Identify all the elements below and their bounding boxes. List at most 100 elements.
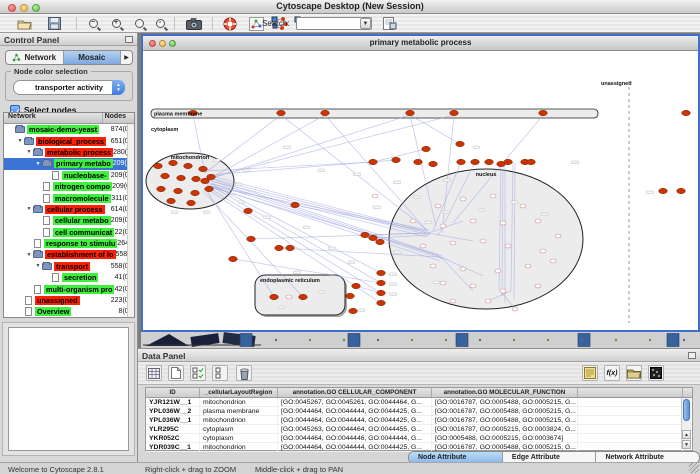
network-node[interactable]	[422, 146, 431, 151]
network-node[interactable]	[349, 308, 358, 313]
network-node[interactable]	[169, 160, 178, 165]
network-node[interactable]	[369, 235, 378, 240]
network-node[interactable]	[377, 290, 386, 295]
table-column-header[interactable]: annotation.GO CELLULAR_COMPONENT	[278, 388, 432, 397]
network-node-unselected[interactable]	[500, 221, 506, 225]
network-node[interactable]	[205, 186, 214, 191]
new-attribute-icon[interactable]	[168, 365, 184, 381]
import-attributes-icon[interactable]	[626, 365, 642, 381]
network-node[interactable]	[161, 173, 170, 178]
tree-row[interactable]: secretion41(0)	[4, 272, 134, 283]
zoom-fit-icon[interactable]: ▫	[152, 16, 168, 31]
network-node-unselected[interactable]	[435, 204, 441, 208]
tree-row[interactable]: ▼transport558(0)	[4, 261, 134, 272]
table-column-header[interactable]	[578, 388, 683, 397]
network-node-unselected[interactable]	[450, 299, 456, 303]
tab-overflow-button[interactable]: ▶	[121, 51, 132, 64]
network-node-unselected[interactable]	[460, 267, 466, 271]
network-node-unselected[interactable]	[440, 281, 446, 285]
tree-row[interactable]: nucleobase-209(0)	[4, 170, 134, 181]
network-node[interactable]	[527, 159, 536, 164]
resize-grip[interactable]	[689, 463, 699, 473]
network-node[interactable]	[504, 159, 513, 164]
tree-expand-icon[interactable]: ▼	[34, 263, 42, 269]
network-node[interactable]	[277, 110, 286, 115]
network-node-unselected[interactable]	[495, 269, 501, 273]
tree-expand-icon[interactable]: ▼	[16, 138, 24, 144]
tree-row[interactable]: ▼primary metabo209(...	[4, 158, 134, 169]
network-node-unselected[interactable]	[535, 219, 541, 223]
network-node[interactable]	[677, 188, 686, 193]
save-icon[interactable]	[46, 16, 62, 31]
network-node[interactable]	[377, 270, 386, 275]
network-node[interactable]	[377, 280, 386, 285]
scroll-down-icon[interactable]: ▼	[682, 440, 691, 449]
birdseye-canvas[interactable]	[8, 327, 129, 451]
dropdown-stepper-icon[interactable]: ▲▼	[112, 80, 125, 95]
snapshot-icon[interactable]	[186, 16, 202, 31]
table-row[interactable]: YPL036W__1mitochondrion[GO:0044464, GO:0…	[146, 416, 692, 425]
network-node[interactable]	[352, 283, 361, 288]
network-node[interactable]	[167, 198, 176, 203]
network-node[interactable]	[192, 176, 201, 181]
tab-mosaic[interactable]: Mosaic	[64, 51, 122, 64]
network-node-unselected[interactable]	[440, 224, 446, 228]
network-node[interactable]	[361, 232, 370, 237]
table-row[interactable]: YKR052Ccytoplasm[GO:0044464, GO:0044446,…	[146, 434, 692, 443]
attribute-editor-icon[interactable]	[582, 365, 598, 381]
network-node[interactable]	[291, 202, 300, 207]
network-node-unselected[interactable]	[480, 239, 486, 243]
function-builder-icon[interactable]: f(x)	[604, 365, 620, 381]
network-node[interactable]	[229, 256, 238, 261]
attribute-browser-icon[interactable]	[382, 16, 398, 31]
node-color-dropdown[interactable]: transporter activity ▲▼	[13, 80, 125, 95]
network-node[interactable]	[275, 245, 284, 250]
network-node-unselected[interactable]	[535, 284, 541, 288]
network-node[interactable]	[154, 163, 163, 168]
network-node[interactable]	[177, 175, 186, 180]
tree-row[interactable]: ▼cellular process614(0)	[4, 204, 134, 215]
tree-row[interactable]: multi-organism pro42(0)	[4, 283, 134, 294]
tree-expand-icon[interactable]: ▼	[34, 161, 42, 167]
network-node-unselected[interactable]	[420, 244, 426, 248]
network-node-unselected[interactable]	[540, 249, 546, 253]
birdseye-view[interactable]	[2, 322, 135, 456]
tree-row[interactable]: ▼metabolic process280(0)	[4, 147, 134, 158]
network-node-unselected[interactable]	[555, 234, 561, 238]
network-node[interactable]	[450, 110, 459, 115]
table-row[interactable]: YJR121W__1mitochondrion[GO:0045267, GO:0…	[146, 398, 692, 407]
table-row[interactable]: YPL036W__2plasma membrane[GO:0044464, GO…	[146, 407, 692, 416]
network-node[interactable]	[299, 294, 308, 299]
network-node-unselected[interactable]	[372, 194, 378, 198]
network-node[interactable]	[406, 110, 415, 115]
network-node-unselected[interactable]	[450, 241, 456, 245]
search-dropdown-icon[interactable]: ▼	[360, 18, 371, 29]
network-node-unselected[interactable]	[470, 219, 476, 223]
network-node[interactable]	[485, 159, 494, 164]
network-node[interactable]	[429, 161, 438, 166]
float-panel-icon[interactable]	[125, 36, 133, 43]
network-node-unselected[interactable]	[500, 289, 506, 293]
network-node-unselected[interactable]	[430, 264, 436, 268]
tree-row[interactable]: nitrogen compo209(0)	[4, 181, 134, 192]
tree-col-nodes[interactable]: Nodes	[102, 113, 134, 123]
network-node-unselected[interactable]	[512, 307, 518, 311]
tree-expand-icon[interactable]: ▼	[25, 252, 33, 258]
network-node-unselected[interactable]	[286, 295, 292, 299]
open-icon[interactable]	[16, 16, 32, 31]
unselect-attributes-icon[interactable]	[212, 365, 228, 381]
zoom-out-icon[interactable]: −	[85, 16, 101, 31]
tree-row[interactable]: macromolecule311(0)	[4, 192, 134, 203]
network-node[interactable]	[286, 245, 295, 250]
network-window-titlebar[interactable]: primary metabolic process	[143, 36, 698, 51]
tree-row[interactable]: cellular metabo209(0)	[4, 215, 134, 226]
help-icon[interactable]	[222, 16, 238, 31]
network-node[interactable]	[539, 110, 548, 115]
table-scrollbar-thumb[interactable]	[683, 399, 690, 421]
network-node-unselected[interactable]	[520, 204, 526, 208]
network-node-unselected[interactable]	[460, 197, 466, 201]
network-node-unselected[interactable]	[485, 299, 491, 303]
app-titlebar[interactable]: Cytoscape Desktop (New Session)	[0, 0, 700, 14]
select-all-attributes-icon[interactable]	[190, 365, 206, 381]
network-node[interactable]	[270, 294, 279, 299]
